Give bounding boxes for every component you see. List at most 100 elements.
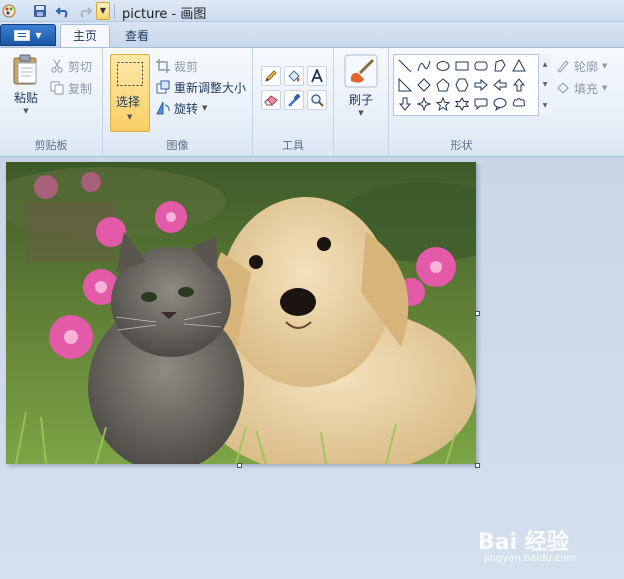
eraser-tool[interactable] <box>261 90 281 110</box>
chevron-down-icon: ▼ <box>202 104 208 112</box>
paint-app-icon[interactable] <box>0 2 18 20</box>
brushes-button[interactable]: 刷子 ▼ <box>342 54 380 117</box>
chevron-down-icon: ▼ <box>602 84 608 92</box>
select-label: 选择 <box>116 95 141 109</box>
chevron-down-icon: ▼ <box>602 62 608 70</box>
save-icon[interactable] <box>31 2 49 20</box>
rotate-icon <box>156 101 170 115</box>
magnifier-icon <box>311 94 324 107</box>
left-arrow-shape-icon[interactable] <box>491 76 509 94</box>
color-picker-icon <box>288 93 301 107</box>
watermark-text: Bai 经验 <box>478 530 569 555</box>
copy-button[interactable]: 复制 <box>50 78 92 98</box>
canvas-workspace <box>0 157 624 579</box>
resize-button[interactable]: 重新调整大小 <box>156 77 246 97</box>
crop-label: 裁剪 <box>174 59 199 74</box>
canvas-resize-handle-corner[interactable] <box>475 463 480 468</box>
resize-icon <box>156 80 170 94</box>
brushes-label: 刷子 <box>348 93 373 107</box>
undo-icon[interactable] <box>54 2 72 20</box>
ribbon-tab-strip: ▼ 主页 查看 <box>0 22 624 48</box>
select-button[interactable]: 选择 ▼ <box>110 54 150 132</box>
copy-icon <box>50 81 64 95</box>
paint-menu-button[interactable]: ▼ <box>0 24 56 46</box>
rectangle-shape-icon[interactable] <box>453 57 471 75</box>
canvas-image[interactable] <box>6 162 476 464</box>
cloud-callout-shape-icon[interactable] <box>510 95 528 113</box>
watermark-url: jingyan.baidu.com <box>484 553 577 564</box>
crop-button[interactable]: 裁剪 <box>156 56 198 76</box>
cut-button[interactable]: 剪切 <box>50 56 92 76</box>
outline-icon <box>557 60 569 73</box>
scissors-icon <box>51 59 63 73</box>
kitten-and-puppy-photo-icon <box>6 162 476 464</box>
redo-icon[interactable] <box>76 2 94 20</box>
right-arrow-shape-icon[interactable] <box>472 76 490 94</box>
rotate-label: 旋转 <box>174 101 199 116</box>
fill-bucket-icon <box>557 82 569 94</box>
six-point-star-shape-icon[interactable] <box>453 95 471 113</box>
gallery-expand-icon[interactable]: ▼ <box>543 102 548 109</box>
chevron-down-icon: ▼ <box>127 113 133 121</box>
five-point-star-shape-icon[interactable] <box>434 95 452 113</box>
copy-label: 复制 <box>68 81 93 96</box>
shapes-gallery-scroll[interactable]: ▲ ▼ ▼ <box>538 54 551 116</box>
oval-callout-shape-icon[interactable] <box>491 95 509 113</box>
outline-label: 轮廓 <box>574 59 599 74</box>
menu-icon <box>14 29 31 41</box>
tools-group-label: 工具 <box>282 139 304 152</box>
oval-shape-icon[interactable] <box>434 57 452 75</box>
clipboard-group: 粘贴 ▼ 剪切 复制 剪贴板 <box>0 48 103 156</box>
fill-icon <box>288 70 300 82</box>
brush-icon <box>344 54 378 88</box>
text-tool[interactable] <box>307 66 327 86</box>
crop-icon <box>156 59 170 73</box>
selection-icon <box>117 62 143 86</box>
paste-icon <box>13 54 37 85</box>
clipboard-group-label: 剪贴板 <box>34 139 68 152</box>
title-bar: ▼ picture - 画图 <box>0 0 624 22</box>
ribbon: 粘贴 ▼ 剪切 复制 剪贴板 图像 选择 ▼ 裁剪 重新调整大小 旋转 ▼ 工具… <box>0 47 624 157</box>
down-arrow-shape-icon[interactable] <box>396 95 414 113</box>
hexagon-shape-icon[interactable] <box>453 76 471 94</box>
up-arrow-shape-icon[interactable] <box>510 76 528 94</box>
rounded-rectangle-shape-icon[interactable] <box>472 57 490 75</box>
pentagon-shape-icon[interactable] <box>434 76 452 94</box>
image-group-label: 图像 <box>166 139 189 152</box>
fill-label: 填充 <box>574 81 599 96</box>
chevron-down-icon: ▼ <box>35 30 42 40</box>
pencil-icon <box>265 70 277 82</box>
polygon-shape-icon[interactable] <box>491 57 509 75</box>
paste-button[interactable]: 粘贴 ▼ <box>8 54 44 115</box>
window-title: picture - 画图 <box>122 7 207 22</box>
text-icon <box>311 69 323 83</box>
magnifier-tool[interactable] <box>307 90 327 110</box>
scroll-down-icon[interactable]: ▼ <box>543 81 548 88</box>
tab-view[interactable]: 查看 <box>112 24 162 48</box>
fill-tool[interactable] <box>284 66 304 86</box>
canvas-resize-handle-right[interactable] <box>475 311 480 316</box>
curve-shape-icon[interactable] <box>415 57 433 75</box>
chevron-down-icon: ▼ <box>23 107 29 115</box>
color-picker-tool[interactable] <box>284 90 304 110</box>
pencil-tool[interactable] <box>261 66 281 86</box>
line-shape-icon[interactable] <box>396 57 414 75</box>
right-triangle-shape-icon[interactable] <box>396 76 414 94</box>
canvas-resize-handle-bottom[interactable] <box>237 463 242 468</box>
triangle-shape-icon[interactable] <box>510 57 528 75</box>
chevron-down-icon: ▼ <box>358 109 364 117</box>
quick-access-dropdown[interactable]: ▼ <box>96 2 110 20</box>
rounded-callout-shape-icon[interactable] <box>472 95 490 113</box>
outline-button[interactable]: 轮廓 ▼ <box>556 56 607 76</box>
paste-label: 粘贴 <box>13 91 38 105</box>
title-separator <box>114 4 115 18</box>
four-point-star-shape-icon[interactable] <box>415 95 433 113</box>
resize-label: 重新调整大小 <box>174 80 247 95</box>
rotate-button[interactable]: 旋转 ▼ <box>156 98 207 118</box>
scroll-up-icon[interactable]: ▲ <box>543 61 548 68</box>
eraser-icon <box>264 95 278 106</box>
diamond-shape-icon[interactable] <box>415 76 433 94</box>
cut-label: 剪切 <box>68 59 93 74</box>
tab-home[interactable]: 主页 <box>60 24 111 48</box>
fill-button[interactable]: 填充 ▼ <box>556 78 607 98</box>
